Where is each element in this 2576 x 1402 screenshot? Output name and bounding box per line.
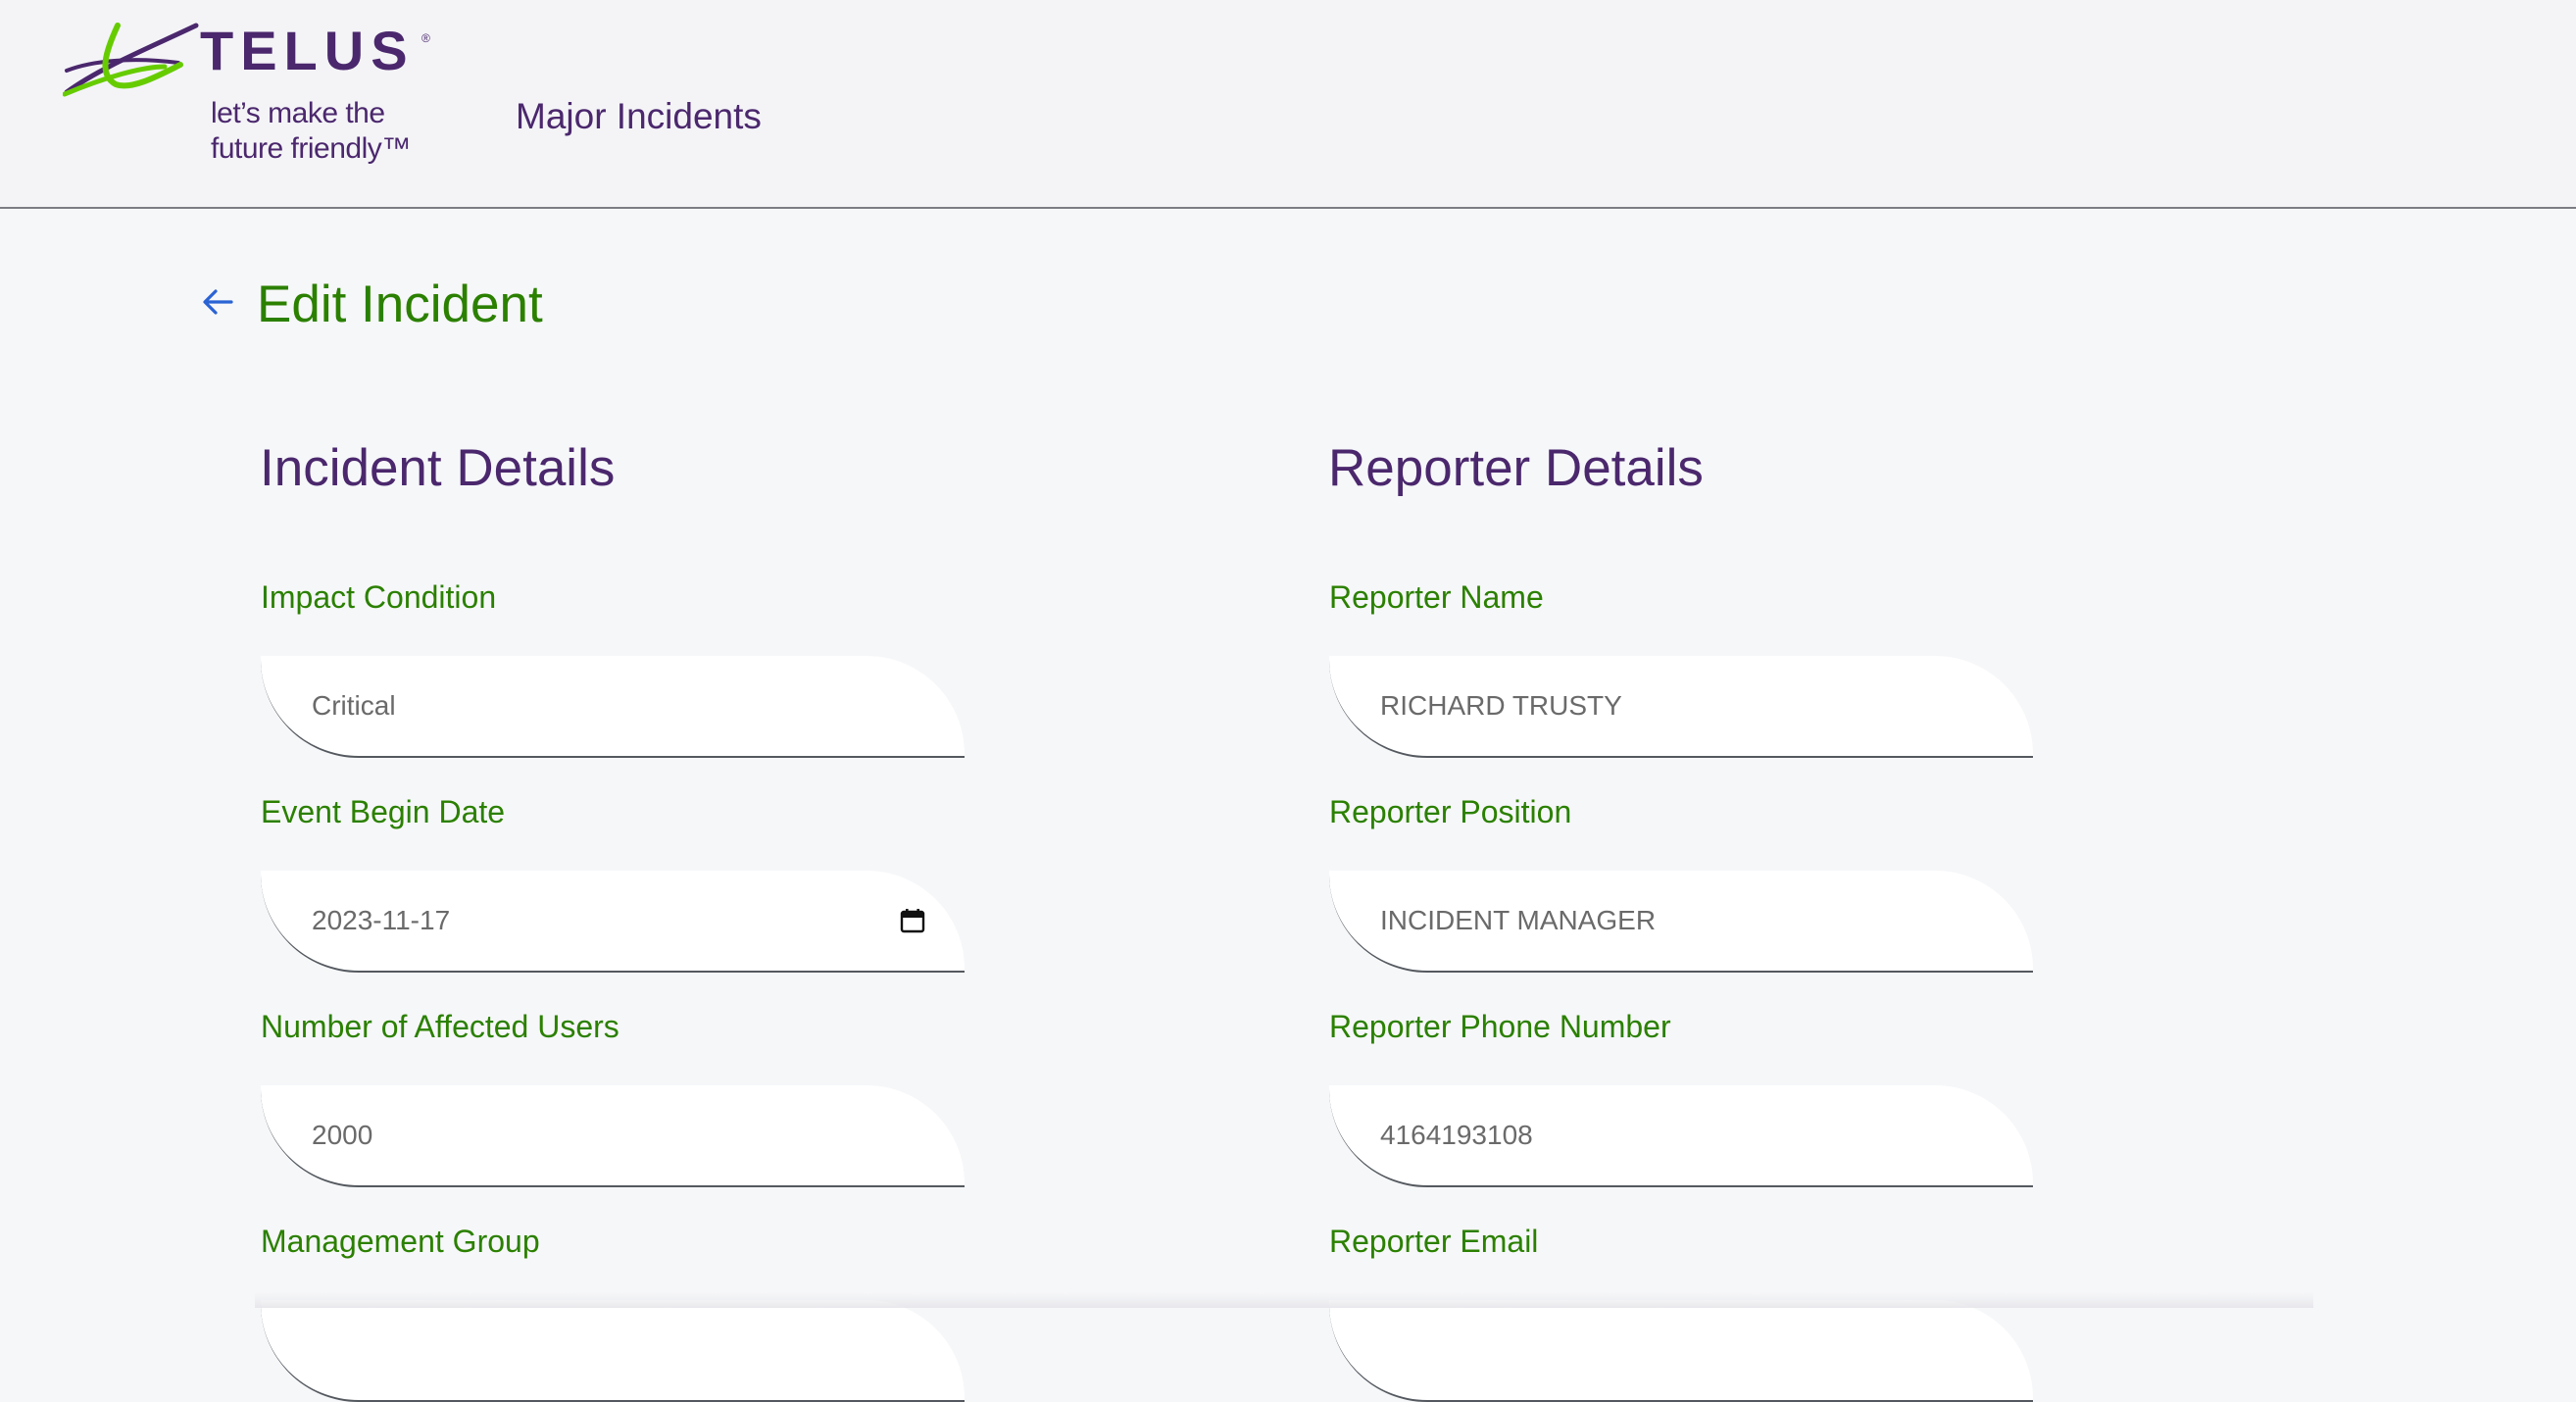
logo-wordmark: TELUS [200, 20, 415, 81]
event-begin-date-label: Event Begin Date [261, 794, 506, 829]
logo-tagline-line2: future friendly™ [211, 132, 411, 165]
reporter-position-label: Reporter Position [1329, 794, 1572, 829]
reporter-name-input[interactable] [1380, 690, 1994, 722]
reporter-phone-input[interactable] [1380, 1120, 1994, 1151]
affected-users-label: Number of Affected Users [261, 1009, 619, 1044]
app-header: TELUS ® let’s make the future friendly™ … [0, 0, 2576, 209]
incident-details-heading: Incident Details [260, 439, 616, 497]
management-group-field[interactable] [261, 1300, 965, 1402]
bottom-scroll-shadow [255, 1292, 2313, 1308]
affected-users-field[interactable] [261, 1085, 965, 1187]
event-begin-date-field[interactable] [261, 871, 965, 973]
reporter-email-label: Reporter Email [1329, 1224, 1539, 1259]
reporter-position-field[interactable] [1329, 871, 2033, 973]
reporter-position-input[interactable] [1380, 905, 1994, 936]
back-arrow-icon[interactable] [200, 284, 235, 320]
impact-condition-input[interactable] [312, 690, 925, 722]
event-begin-date-input[interactable] [312, 905, 890, 936]
telus-logo-mark-icon [63, 23, 199, 97]
management-group-label: Management Group [261, 1224, 540, 1259]
logo-tagline-line1: let’s make the [211, 97, 385, 129]
reporter-name-field[interactable] [1329, 656, 2033, 758]
reporter-phone-field[interactable] [1329, 1085, 2033, 1187]
logo-tagline: let’s make the future friendly™ [211, 96, 446, 167]
reporter-phone-label: Reporter Phone Number [1329, 1009, 1671, 1044]
reporter-details-heading: Reporter Details [1328, 439, 1704, 497]
telus-logo[interactable]: TELUS ® let’s make the future friendly™ [63, 22, 435, 169]
calendar-icon[interactable] [900, 908, 925, 933]
reporter-email-field[interactable] [1329, 1300, 2033, 1402]
management-group-input[interactable] [312, 1334, 925, 1366]
impact-condition-label: Impact Condition [261, 579, 497, 615]
affected-users-input[interactable] [312, 1120, 925, 1151]
reporter-email-input[interactable] [1380, 1334, 1994, 1366]
page-title: Edit Incident [257, 275, 543, 333]
app-title: Major Incidents [516, 96, 762, 136]
impact-condition-field[interactable] [261, 656, 965, 758]
logo-registered-mark: ® [421, 31, 430, 45]
reporter-name-label: Reporter Name [1329, 579, 1544, 615]
